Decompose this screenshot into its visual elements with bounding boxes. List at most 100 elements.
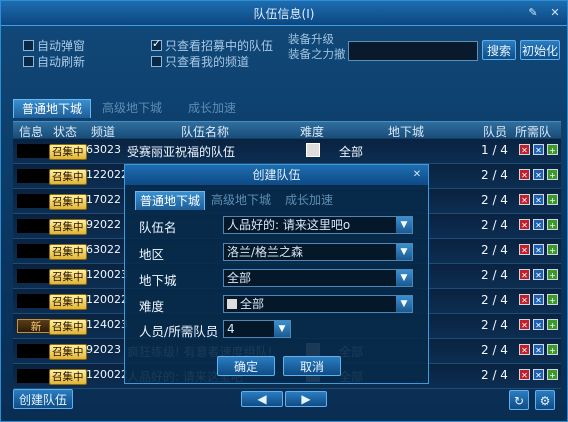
class-slot-icon: + <box>547 144 558 155</box>
members-cell: 2 / 4 <box>481 193 508 207</box>
class-slot-icon: ✕ <box>533 194 544 205</box>
class-slot-icon: ✕ <box>519 344 530 355</box>
col-members[interactable]: 队员 <box>483 123 507 140</box>
title-bar[interactable]: 队伍信息(I) ✎ ✕ <box>1 1 567 26</box>
next-page-button[interactable]: ▶ <box>285 391 327 407</box>
members-cell: 1 / 4 <box>481 143 508 157</box>
class-slot-icon: ✕ <box>533 219 544 230</box>
prev-page-button[interactable]: ◀ <box>241 391 283 407</box>
table-row[interactable]: 召集中 63023 受赛丽亚祝福的队伍 全部 1 / 4 ✕ ✕ + <box>13 139 561 164</box>
col-dungeon[interactable]: 地下城 <box>388 123 424 140</box>
dialog-tab-advanced[interactable]: 高级地下城 <box>207 191 275 209</box>
channel-cell: 92022 <box>86 218 121 231</box>
chevron-down-icon[interactable]: ▼ <box>396 217 412 233</box>
channel-cell: 120023 <box>86 268 128 281</box>
dungeon-select[interactable]: 全部 ▼ <box>223 269 413 287</box>
dialog-tab-normal[interactable]: 普通地下城 <box>135 191 205 210</box>
col-channel[interactable]: 频道 <box>91 123 115 140</box>
create-team-dialog: 创建队伍 ✕ 普通地下城 高级地下城 成长加速 队伍名 人品好的: 请来这里吧o… <box>124 164 429 384</box>
chevron-down-icon[interactable]: ▼ <box>396 296 412 312</box>
status-badge: 召集中 <box>49 269 87 285</box>
channel-cell: 63023 <box>86 143 121 156</box>
class-slot-icon: ✕ <box>519 269 530 280</box>
members-cell: 2 / 4 <box>481 218 508 232</box>
class-slot-icon: + <box>547 294 558 305</box>
class-slot-icon: ✕ <box>519 144 530 155</box>
members-label: 人员/所需队员 <box>139 324 219 339</box>
only-recruiting-checkbox[interactable]: 只查看招募中的队伍 <box>151 37 273 54</box>
refresh-icon[interactable]: ↻ <box>509 390 529 410</box>
create-team-button[interactable]: 创建队伍 <box>13 389 73 409</box>
tab-normal-dungeon[interactable]: 普通地下城 <box>13 99 91 118</box>
team-info-window: 队伍信息(I) ✎ ✕ 自动弹窗 自动刷新 只查看招募中的队伍 只查看我的频道 … <box>0 0 568 422</box>
col-info[interactable]: 信息 <box>19 123 43 140</box>
status-badge: 召集中 <box>49 194 87 210</box>
auto-popup-checkbox[interactable]: 自动弹窗 <box>23 37 85 54</box>
equip-upgrade-label: 装备升级 <box>288 32 334 46</box>
status-badge: 召集中 <box>49 369 87 385</box>
area-label: 地区 <box>139 247 165 262</box>
status-badge: 召集中 <box>49 144 87 160</box>
members-cell: 2 / 4 <box>481 243 508 257</box>
channel-cell: 63022 <box>86 243 121 256</box>
class-slot-icon: + <box>547 369 558 380</box>
arrow-right-icon: ▶ <box>301 392 311 406</box>
class-slot-icon: ✕ <box>533 144 544 155</box>
members-cell: 2 / 4 <box>481 368 508 382</box>
class-slot-icon: ✕ <box>519 219 530 230</box>
tab-growth-boost[interactable]: 成长加速 <box>177 99 247 117</box>
members-select[interactable]: 4 ▼ <box>223 320 291 338</box>
dialog-tab-growth[interactable]: 成长加速 <box>279 191 339 209</box>
class-slot-icon: ✕ <box>533 244 544 255</box>
team-name-select[interactable]: 人品好的: 请来这里吧o ▼ <box>223 216 413 234</box>
status-badge: 召集中 <box>49 294 87 310</box>
only-my-channel-checkbox[interactable]: 只查看我的频道 <box>151 53 249 70</box>
search-input[interactable] <box>348 41 478 61</box>
channel-cell: 120022 <box>86 368 128 381</box>
channel-cell: 124023 <box>86 318 128 331</box>
class-slot-icon: + <box>547 194 558 205</box>
dialog-title[interactable]: 创建队伍 <box>125 165 428 185</box>
close-icon[interactable]: ✕ <box>547 5 563 21</box>
reset-button[interactable]: 初始化 <box>520 40 560 60</box>
class-slot-icon: ✕ <box>533 169 544 180</box>
channel-cell: 17022 <box>86 193 121 206</box>
pin-icon[interactable]: ✎ <box>525 5 541 21</box>
auto-refresh-checkbox[interactable]: 自动刷新 <box>23 53 85 70</box>
members-cell: 2 / 4 <box>481 293 508 307</box>
class-slot-icon: ✕ <box>533 269 544 280</box>
dungeon-label: 地下城 <box>139 273 177 288</box>
class-slot-icon: + <box>547 319 558 330</box>
members-cell: 2 / 4 <box>481 268 508 282</box>
area-select[interactable]: 洛兰/格兰之森 ▼ <box>223 243 413 261</box>
col-difficulty[interactable]: 难度 <box>300 123 324 140</box>
class-slot-icon: ✕ <box>519 244 530 255</box>
class-slot-icon: ✕ <box>519 294 530 305</box>
class-slot-icon: ✕ <box>533 369 544 380</box>
class-slot-icon: + <box>547 169 558 180</box>
class-slot-icon: ✕ <box>533 294 544 305</box>
col-status[interactable]: 状态 <box>53 123 77 140</box>
dialog-close-icon[interactable]: ✕ <box>410 168 424 182</box>
gear-icon[interactable]: ⚙ <box>535 390 555 410</box>
ok-button[interactable]: 确定 <box>217 356 275 376</box>
channel-cell: 120022 <box>86 293 128 306</box>
status-badge: 召集中 <box>49 169 87 185</box>
search-button[interactable]: 搜索 <box>482 40 516 60</box>
difficulty-select[interactable]: 全部 ▼ <box>223 295 413 313</box>
channel-cell: 92023 <box>86 343 121 356</box>
class-slot-icon: + <box>547 219 558 230</box>
col-team-name[interactable]: 队伍名称 <box>181 123 229 140</box>
chevron-down-icon[interactable]: ▼ <box>396 244 412 260</box>
team-name-label: 队伍名 <box>139 220 177 235</box>
chevron-down-icon[interactable]: ▼ <box>274 321 290 337</box>
cancel-button[interactable]: 取消 <box>283 356 341 376</box>
equip-power-label: 装备之力撤 <box>288 47 346 61</box>
team-name-cell: 受赛丽亚祝福的队伍 <box>127 145 236 159</box>
class-slot-icon: ✕ <box>519 194 530 205</box>
class-slot-icon: ✕ <box>519 319 530 330</box>
footer: 创建队伍 ◀ ▶ ↻ ⚙ <box>1 384 567 421</box>
difficulty-icon <box>306 143 320 157</box>
tab-advanced-dungeon[interactable]: 高级地下城 <box>97 99 167 117</box>
chevron-down-icon[interactable]: ▼ <box>396 270 412 286</box>
